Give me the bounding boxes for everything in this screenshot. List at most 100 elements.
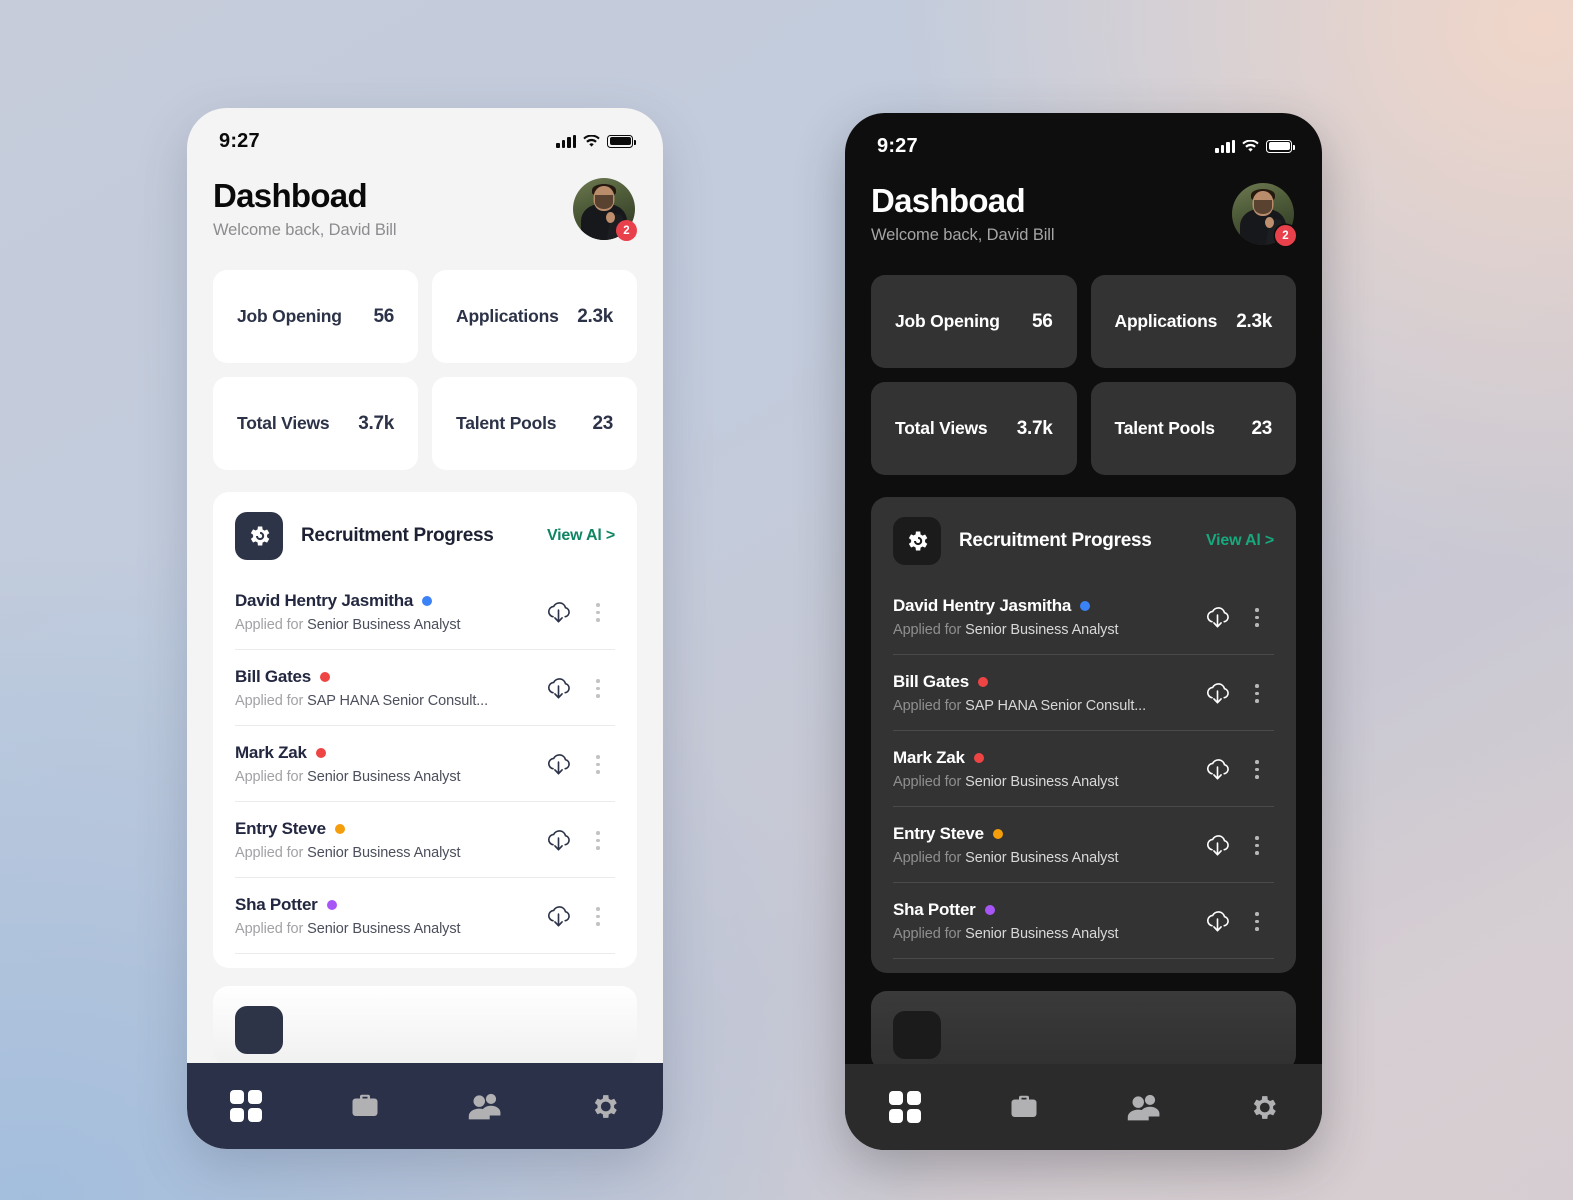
cloud-download-icon[interactable] — [1194, 605, 1240, 630]
page-header: Dashboad Welcome back, David Bill 2 — [187, 164, 663, 241]
stat-label: Job Opening — [895, 311, 1000, 332]
gear-icon — [893, 517, 941, 566]
notification-badge[interactable]: 2 — [1275, 225, 1296, 246]
list-item[interactable]: David Hentry Jasmitha Applied for Senior… — [893, 579, 1274, 656]
avatar-with-badge[interactable]: 2 — [573, 178, 637, 241]
cloud-download-icon[interactable] — [535, 600, 581, 625]
cloud-download-icon[interactable] — [1194, 909, 1240, 934]
grid-icon — [888, 1091, 921, 1123]
tab-candidates[interactable] — [468, 1091, 502, 1121]
recruitment-progress-panel: Recruitment Progress View Al > David Hen… — [871, 497, 1296, 974]
list-item[interactable]: Mark Zak Applied for Senior Business Ana… — [235, 726, 615, 803]
tab-dashboard[interactable] — [230, 1090, 263, 1122]
stat-card-job-opening[interactable]: Job Opening 56 — [871, 275, 1077, 369]
cloud-download-icon[interactable] — [1194, 681, 1240, 706]
candidate-list: David Hentry Jasmitha Applied for Senior… — [871, 579, 1296, 960]
stat-card-total-views[interactable]: Total Views 3.7k — [213, 377, 418, 471]
candidate-role: Applied for SAP HANA Senior Consult... — [893, 698, 1147, 715]
kebab-menu-icon[interactable] — [581, 603, 615, 622]
status-time: 9:27 — [219, 129, 260, 152]
candidate-name-wrap: Bill Gates — [893, 672, 1194, 692]
phone-dark-theme: 9:27 Dashboad Welcome back, David Bill 2 — [845, 113, 1322, 1150]
panel-title: Recruitment Progress — [959, 530, 1152, 552]
status-dot — [973, 753, 984, 764]
candidate-name-wrap: Bill Gates — [235, 667, 535, 687]
stat-card-total-views[interactable]: Total Views 3.7k — [871, 382, 1077, 476]
status-dot — [977, 677, 988, 688]
status-dot — [422, 596, 433, 607]
tab-settings[interactable] — [589, 1091, 620, 1122]
next-panel-preview — [871, 991, 1296, 1072]
page-title: Dashboad — [213, 177, 368, 214]
signal-icon — [1215, 139, 1235, 153]
candidate-role: Applied for Senior Business Analyst — [893, 850, 1119, 867]
kebab-menu-icon[interactable] — [1240, 608, 1274, 627]
kebab-menu-icon[interactable] — [581, 831, 615, 850]
candidate-role: Applied for Senior Business Analyst — [893, 926, 1119, 943]
candidate-role: Applied for Senior Business Analyst — [235, 617, 461, 634]
stats-grid: Job Opening 56 Applications 2.3k Total V… — [187, 240, 663, 471]
stat-value: 3.7k — [1016, 417, 1053, 439]
cloud-download-icon[interactable] — [1194, 833, 1240, 858]
cloud-download-icon[interactable] — [535, 828, 581, 853]
avatar-with-badge[interactable]: 2 — [1232, 183, 1296, 246]
stat-card-applications[interactable]: Applications 2.3k — [1090, 275, 1296, 369]
stat-label: Total Views — [237, 413, 330, 434]
view-all-link[interactable]: View Al > — [1206, 532, 1274, 550]
next-panel-preview — [213, 986, 637, 1067]
list-item[interactable]: Entry Steve Applied for Senior Business … — [235, 802, 615, 879]
tab-dashboard[interactable] — [888, 1091, 921, 1123]
tab-jobs[interactable] — [349, 1091, 381, 1121]
status-icons — [1215, 139, 1295, 153]
tab-jobs[interactable] — [1008, 1092, 1040, 1122]
gear-icon — [1253, 1095, 1276, 1119]
list-item[interactable]: Mark Zak Applied for Senior Business Ana… — [893, 731, 1274, 808]
list-item[interactable]: Entry Steve Applied for Senior Business … — [893, 807, 1274, 884]
cloud-download-icon[interactable] — [535, 904, 581, 929]
wifi-icon — [583, 134, 600, 148]
status-bar: 9:27 — [187, 108, 663, 164]
kebab-menu-icon[interactable] — [581, 755, 615, 774]
bottom-tab-bar — [845, 1064, 1322, 1150]
status-bar: 9:27 — [845, 113, 1322, 169]
gear-icon — [893, 1011, 941, 1060]
candidate-role: Applied for Senior Business Analyst — [893, 774, 1119, 791]
kebab-menu-icon[interactable] — [581, 679, 615, 698]
candidate-name-wrap: Entry Steve — [893, 824, 1194, 844]
kebab-menu-icon[interactable] — [1240, 912, 1274, 931]
stat-label: Total Views — [895, 418, 988, 439]
view-all-link[interactable]: View Al > — [547, 527, 615, 545]
candidate-name: Entry Steve — [235, 819, 326, 839]
kebab-menu-icon[interactable] — [581, 907, 615, 926]
stat-label: Applications — [456, 306, 559, 327]
list-item[interactable]: Sha Potter Applied for Senior Business A… — [893, 883, 1274, 960]
stat-card-applications[interactable]: Applications 2.3k — [432, 270, 637, 364]
cloud-download-icon[interactable] — [535, 752, 581, 777]
candidate-role: Applied for Senior Business Analyst — [235, 845, 461, 862]
battery-icon — [1266, 139, 1295, 153]
kebab-menu-icon[interactable] — [1240, 836, 1274, 855]
list-item[interactable]: Bill Gates Applied for SAP HANA Senior C… — [893, 655, 1274, 732]
cloud-download-icon[interactable] — [1194, 757, 1240, 782]
gear-icon — [235, 1006, 283, 1055]
kebab-menu-icon[interactable] — [1240, 684, 1274, 703]
kebab-menu-icon[interactable] — [1240, 760, 1274, 779]
list-item[interactable]: Sha Potter Applied for Senior Business A… — [235, 878, 615, 955]
status-dot — [334, 824, 345, 835]
stat-card-talent-pools[interactable]: Talent Pools 23 — [432, 377, 637, 471]
candidate-name-wrap: Entry Steve — [235, 819, 535, 839]
stat-value: 23 — [592, 412, 613, 434]
cloud-download-icon[interactable] — [535, 676, 581, 701]
list-item[interactable]: David Hentry Jasmitha Applied for Senior… — [235, 574, 615, 651]
stat-card-talent-pools[interactable]: Talent Pools 23 — [1090, 382, 1296, 476]
list-item[interactable]: Bill Gates Applied for SAP HANA Senior C… — [235, 650, 615, 727]
candidate-list: David Hentry Jasmitha Applied for Senior… — [213, 574, 637, 955]
tab-candidates[interactable] — [1127, 1092, 1161, 1122]
candidate-name-wrap: Sha Potter — [235, 895, 535, 915]
notification-badge[interactable]: 2 — [616, 220, 637, 241]
status-dot — [326, 900, 337, 911]
battery-icon — [607, 134, 636, 148]
tab-settings[interactable] — [1248, 1092, 1279, 1123]
candidate-name-wrap: Mark Zak — [893, 748, 1194, 768]
stat-card-job-opening[interactable]: Job Opening 56 — [213, 270, 418, 364]
